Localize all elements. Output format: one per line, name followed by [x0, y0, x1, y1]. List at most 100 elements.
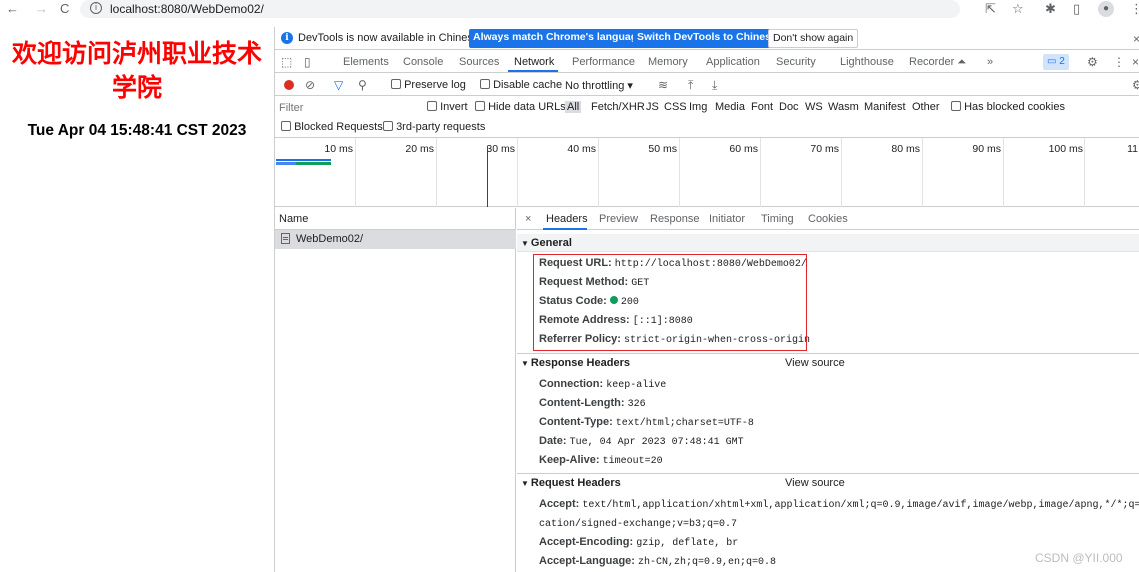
hide-data-urls-label: Hide data URLs [488, 101, 566, 113]
tab-performance[interactable]: Performance [572, 56, 635, 68]
hide-data-urls-checkbox[interactable]: Hide data URLs [475, 101, 566, 113]
notice-text: DevTools is now available in Chinese! [298, 32, 483, 44]
back-button[interactable]: ← [6, 1, 19, 17]
request-view-source-link[interactable]: View source [785, 477, 845, 489]
sidepanel-icon[interactable]: ▯ [1073, 1, 1080, 17]
reload-button[interactable]: C [60, 1, 69, 17]
network-settings-gear-icon[interactable]: ⚙ [1132, 78, 1139, 92]
filter-input[interactable] [279, 99, 415, 116]
profile-icon[interactable]: ● [1098, 1, 1114, 17]
response-header-row: Content-Length: 326 [539, 397, 646, 410]
filter-type-js[interactable]: JS [646, 101, 659, 113]
issues-badge[interactable]: ▭ 2 [1043, 54, 1069, 70]
tab-security[interactable]: Security [776, 56, 816, 68]
settings-gear-icon[interactable]: ⚙ [1087, 55, 1098, 69]
menu-icon[interactable]: ⋮ [1130, 1, 1139, 17]
request-row[interactable]: WebDemo02/ [275, 230, 516, 249]
filter-type-fetch[interactable]: Fetch/XHR [591, 101, 645, 113]
header-key: Date: [539, 435, 567, 447]
switch-to-chinese-button[interactable]: Switch DevTools to Chinese [633, 29, 781, 48]
device-toolbar-icon[interactable]: ▯ [304, 55, 311, 69]
close-devtools-icon[interactable]: × [1132, 55, 1139, 69]
forward-button[interactable]: → [35, 1, 48, 17]
filter-type-font[interactable]: Font [751, 101, 773, 113]
disable-cache-checkbox[interactable]: Disable cache [480, 79, 562, 91]
search-icon[interactable]: ⚲ [358, 78, 367, 92]
throttling-select[interactable]: No throttling ▾ [565, 79, 633, 92]
name-column-header[interactable]: Name [275, 208, 516, 230]
close-detail-button[interactable]: × [525, 213, 531, 225]
always-match-language-button[interactable]: Always match Chrome's language [469, 29, 647, 48]
detail-tab-headers[interactable]: Headers [546, 213, 588, 225]
dont-show-again-button[interactable]: Don't show again [768, 29, 859, 48]
record-icon[interactable] [284, 80, 294, 90]
filter-type-manifest[interactable]: Manifest [864, 101, 906, 113]
filter-type-all[interactable]: All [565, 101, 582, 113]
filter-type-doc[interactable]: Doc [779, 101, 799, 113]
detail-tab-preview[interactable]: Preview [599, 213, 638, 225]
timeline-gridline [760, 138, 761, 207]
url-text[interactable]: localhost:8080/WebDemo02/ [110, 2, 264, 16]
response-header-row: Date: Tue, 04 Apr 2023 07:48:41 GMT [539, 435, 744, 448]
timeline-tick-label: 70 ms [810, 143, 839, 155]
detail-tab-timing[interactable]: Timing [761, 213, 794, 225]
network-toolbar: ⊘ ▽ ⚲ Preserve log Disable cache No thro… [275, 74, 1139, 96]
invert-checkbox[interactable]: Invert [427, 101, 468, 113]
filter-type-wasm[interactable]: Wasm [828, 101, 859, 113]
third-party-checkbox[interactable]: 3rd-party requests [383, 121, 485, 133]
detail-tab-initiator[interactable]: Initiator [709, 213, 745, 225]
general-section-header[interactable]: ▼ General [517, 234, 1139, 252]
detail-tab-response[interactable]: Response [650, 213, 700, 225]
star-icon[interactable]: ☆ [1012, 1, 1024, 17]
clear-icon[interactable]: ⊘ [305, 78, 315, 92]
browser-toolbar: ← → C i localhost:8080/WebDemo02/ ⇱ ☆ ✱ … [0, 0, 1139, 19]
timeline-request-bar [296, 162, 331, 165]
watermark: CSDN @YII.000 [1035, 551, 1123, 565]
preserve-log-checkbox[interactable]: Preserve log [391, 79, 466, 91]
import-har-icon[interactable]: ⤒ [688, 78, 693, 92]
close-icon[interactable]: × [1133, 32, 1139, 46]
request-list: Name WebDemo02/ [275, 208, 516, 572]
filter-type-css[interactable]: CSS [664, 101, 687, 113]
site-info-icon[interactable]: i [90, 2, 102, 14]
filter-type-ws[interactable]: WS [805, 101, 823, 113]
tab-sources[interactable]: Sources [459, 56, 499, 68]
request-header-row: Accept: text/html,application/xhtml+xml,… [539, 498, 1139, 511]
export-har-icon[interactable]: ⤓ [712, 78, 717, 92]
kebab-menu-icon[interactable]: ⋮ [1113, 55, 1125, 69]
response-view-source-link[interactable]: View source [785, 357, 845, 369]
request-header-row: cation/signed-exchange;v=b3;q=0.7 [539, 517, 737, 530]
request-header-row: Accept-Encoding: gzip, deflate, br [539, 536, 738, 549]
blocked-requests-checkbox[interactable]: Blocked Requests [281, 121, 383, 133]
detail-tab-cookies[interactable]: Cookies [808, 213, 848, 225]
tab-application[interactable]: Application [706, 56, 760, 68]
header-key: Accept-Encoding: [539, 536, 634, 548]
tab-console[interactable]: Console [403, 56, 443, 68]
tab-memory[interactable]: Memory [648, 56, 688, 68]
response-headers-section-header[interactable]: ▼ Response Headers View source [517, 354, 1139, 372]
has-blocked-cookies-checkbox[interactable]: Has blocked cookies [951, 101, 1065, 113]
network-conditions-icon[interactable]: ≋ [658, 78, 668, 92]
filter-type-img[interactable]: Img [689, 101, 707, 113]
highlight-box [533, 254, 807, 351]
page-viewport: 欢迎访问泸州职业技术学院 Tue Apr 04 15:48:41 CST 202… [0, 19, 274, 572]
tab-recorder[interactable]: Recorder ⏶ [909, 56, 966, 69]
tab-network[interactable]: Network [514, 56, 554, 68]
share-icon[interactable]: ⇱ [985, 1, 996, 17]
header-value: Tue, 04 Apr 2023 07:48:41 GMT [569, 437, 744, 448]
detail-tabbar: × Headers Preview Response Initiator Tim… [517, 208, 1139, 230]
tab-elements[interactable]: Elements [343, 56, 389, 68]
filter-type-media[interactable]: Media [715, 101, 745, 113]
timeline-tick-label: 60 ms [729, 143, 758, 155]
timeline-tick-label: 100 ms [1048, 143, 1083, 155]
filter-icon[interactable]: ▽ [334, 78, 343, 92]
filter-type-other[interactable]: Other [912, 101, 940, 113]
header-value: timeout=20 [602, 456, 663, 467]
inspect-element-icon[interactable]: ⬚ [281, 55, 292, 69]
tab-lighthouse[interactable]: Lighthouse [840, 56, 894, 68]
request-headers-section-header[interactable]: ▼ Request Headers View source [517, 474, 1139, 492]
network-overview-timeline[interactable]: 10 ms 20 ms 30 ms 40 ms 50 ms 60 ms 70 m… [275, 138, 1139, 207]
extensions-icon[interactable]: ✱ [1045, 1, 1056, 17]
more-tabs-button[interactable]: » [987, 56, 993, 68]
disable-cache-label: Disable cache [493, 79, 563, 91]
